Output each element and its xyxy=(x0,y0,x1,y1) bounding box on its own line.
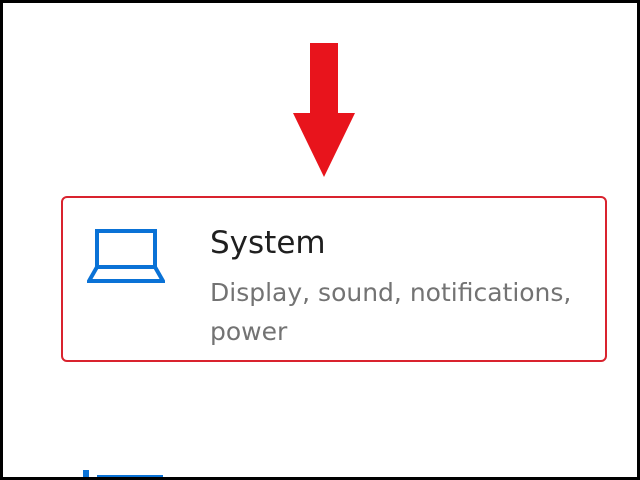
down-arrow-icon xyxy=(293,43,355,177)
devices-icon xyxy=(83,470,163,477)
screenshot-frame: System Display, sound, notifications, po… xyxy=(0,0,640,480)
system-settings-tile[interactable]: System Display, sound, notifications, po… xyxy=(61,196,607,362)
laptop-icon xyxy=(87,229,165,283)
tile-title: System xyxy=(210,225,326,261)
tile-description: Display, sound, notifications, power xyxy=(210,278,572,346)
